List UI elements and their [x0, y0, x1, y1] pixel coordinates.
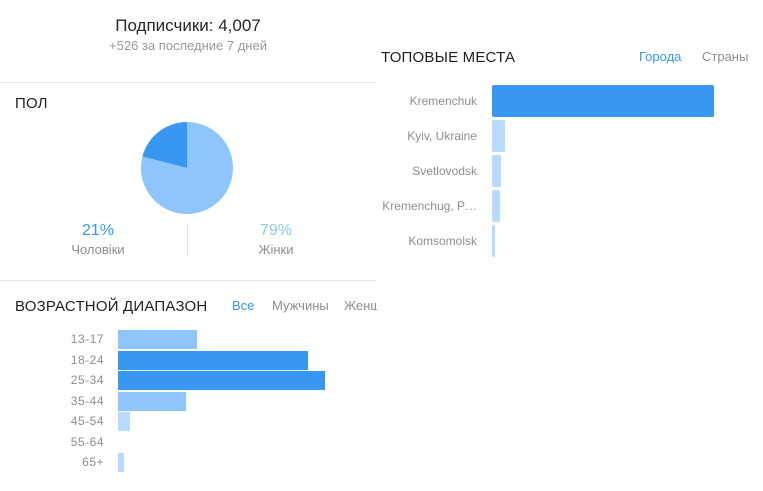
- place-label: Kyiv, Ukraine: [407, 129, 477, 143]
- place-bar: [492, 120, 506, 152]
- age-bar: [118, 330, 197, 349]
- gender-section-title: ПОЛ: [15, 95, 48, 112]
- age-label: 55-64: [70, 434, 104, 449]
- gender-men-percent: 21%: [81, 222, 115, 239]
- age-label: 25-34: [70, 373, 104, 387]
- age-label: 45-54: [70, 414, 104, 428]
- age-label: 13-17: [70, 332, 104, 346]
- age-bar: [118, 453, 125, 472]
- place-bar: [492, 155, 501, 187]
- age-tab-all[interactable]: Все: [232, 298, 254, 313]
- place-label: Svetlovodsk: [412, 164, 477, 178]
- place-bar: [492, 190, 500, 222]
- top-places-title: ТОПОВЫЕ МЕСТА: [381, 49, 516, 66]
- age-bar: [118, 412, 131, 431]
- tab-countries[interactable]: Страны: [702, 49, 748, 64]
- gender-divider: [187, 224, 188, 256]
- age-label: 65+: [82, 455, 104, 469]
- age-bar: [118, 391, 187, 411]
- age-tab-men[interactable]: Мужчины: [272, 298, 329, 313]
- age-tab-women-clip: Женщины: [344, 298, 377, 316]
- followers-growth: +526 за последние 7 дней: [109, 38, 267, 53]
- gender-women-percent: 79%: [259, 222, 293, 239]
- age-bar: [118, 371, 325, 390]
- gender-women-label: Жінки: [258, 242, 294, 257]
- divider-gender: [0, 280, 376, 281]
- followers-count: Подписчики: 4,007: [115, 16, 261, 35]
- gender-pie-chart: [141, 122, 234, 214]
- age-tab-women[interactable]: Женщины: [344, 298, 377, 313]
- age-label: 18-24: [70, 352, 104, 367]
- age-section-title: ВОЗРАСТНОЙ ДИАПАЗОН: [15, 298, 208, 315]
- place-label: Kremenchuk: [409, 94, 477, 108]
- place-label: Kremenchug, P…: [382, 199, 477, 213]
- divider-followers: [0, 82, 376, 83]
- age-bar: [118, 350, 309, 370]
- place-bar: [492, 225, 496, 257]
- age-label: 35-44: [70, 393, 104, 408]
- place-bar: [492, 85, 714, 117]
- tab-cities[interactable]: Города: [639, 49, 681, 64]
- gender-men-label: Чоловіки: [71, 242, 125, 257]
- place-label: Komsomolsk: [408, 234, 477, 248]
